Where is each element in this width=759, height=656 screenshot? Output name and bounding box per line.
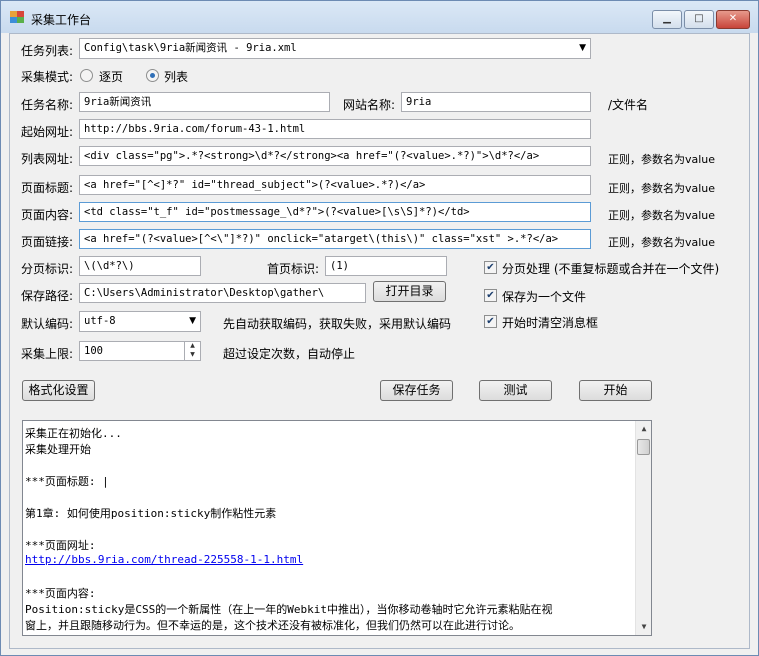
mode-radio-page[interactable] xyxy=(80,69,93,82)
limit-spinner[interactable]: ▲ ▼ xyxy=(184,341,200,361)
page-title-label: 页面标题: xyxy=(21,181,74,195)
save-single-file-checkbox[interactable]: ✔ xyxy=(484,289,497,302)
limit-input[interactable]: 100 xyxy=(79,341,201,361)
limit-value: 100 xyxy=(84,345,103,357)
list-url-note: 正则，参数名为value xyxy=(608,153,716,166)
log-link[interactable]: http://bbs.9ria.com/thread-225558-1-1.ht… xyxy=(25,553,303,566)
task-list-label: 任务列表: xyxy=(21,44,74,58)
save-path-label: 保存路径: xyxy=(21,289,74,303)
task-name-label: 任务名称: xyxy=(21,98,74,112)
page-link-note: 正则，参数名为value xyxy=(608,236,716,249)
list-url-label: 列表网址: xyxy=(21,152,74,166)
start-url-label: 起始网址: xyxy=(21,125,74,139)
page-link-label: 页面链接: xyxy=(21,235,74,249)
scroll-thumb[interactable] xyxy=(637,439,650,455)
encoding-note: 先自动获取编码，获取失败，采用默认编码 xyxy=(223,317,452,331)
page-content-note: 正则，参数名为value xyxy=(608,209,716,222)
mode-option-list: 列表 xyxy=(164,70,189,84)
page-link-input[interactable]: <a href="(?<value>[^<\"]*?)" onclick="at… xyxy=(79,229,591,249)
mode-option-page: 逐页 xyxy=(99,70,124,84)
task-list-value: Config\task\9ria新闻资讯 - 9ria.xml xyxy=(84,42,297,54)
page-content-input[interactable]: <td class="t_f" id="postmessage_\d*?">(?… xyxy=(79,202,591,222)
log-line: 窗上，并且跟随移动行为。但不幸运的是，这个技术还没有被标准化，但我们仍然可以在此… xyxy=(25,619,520,632)
scroll-up-icon[interactable]: ▲ xyxy=(636,421,651,437)
page-title-input[interactable]: <a href="[^<]*?" id="thread_subject">(?<… xyxy=(79,175,591,195)
first-page-input[interactable]: (1) xyxy=(325,256,447,276)
title-bar: 采集工作台 ▁ □ ✕ xyxy=(1,1,758,33)
list-url-input[interactable]: <div class="pg">.*?<strong>\d*?</strong>… xyxy=(79,146,591,166)
encoding-value: utf-8 xyxy=(84,315,116,327)
task-list-select[interactable]: Config\task\9ria新闻资讯 - 9ria.xml ▼ xyxy=(79,38,591,59)
format-settings-button[interactable]: 格式化设置 xyxy=(22,380,95,401)
test-button[interactable]: 测试 xyxy=(479,380,552,401)
chevron-down-icon: ▼ xyxy=(189,316,196,326)
pagination-checkbox-label: 分页处理 (不重复标题或合并在一个文件) xyxy=(502,262,720,276)
log-line: Position:sticky是CSS的一个新属性（在上一年的Webkit中推出… xyxy=(25,603,553,616)
close-button[interactable]: ✕ xyxy=(716,10,750,29)
log-line: 第1章: 如何使用position:sticky制作粘性元素 xyxy=(25,507,277,520)
pagination-checkbox[interactable]: ✔ xyxy=(484,261,497,274)
scroll-down-icon[interactable]: ▼ xyxy=(636,619,651,635)
limit-label: 采集上限: xyxy=(21,347,74,361)
site-name-label: 网站名称: xyxy=(343,98,396,112)
form-panel: 任务列表: Config\task\9ria新闻资讯 - 9ria.xml ▼ … xyxy=(9,33,750,649)
start-button[interactable]: 开始 xyxy=(579,380,652,401)
start-url-input[interactable]: http://bbs.9ria.com/forum-43-1.html xyxy=(79,119,591,139)
save-single-file-label: 保存为一个文件 xyxy=(502,290,587,304)
file-name-suffix: /文件名 xyxy=(608,98,649,112)
save-task-button[interactable]: 保存任务 xyxy=(380,380,453,401)
clear-log-label: 开始时清空消息框 xyxy=(502,316,599,330)
log-line: ***页面内容: xyxy=(25,587,96,600)
save-path-input[interactable]: C:\Users\Administrator\Desktop\gather\ xyxy=(79,283,366,303)
maximize-button[interactable]: □ xyxy=(684,10,714,29)
app-icon xyxy=(10,11,24,23)
page-title-note: 正则，参数名为value xyxy=(608,182,716,195)
log-line: 采集处理开始 xyxy=(25,443,91,456)
site-name-input[interactable]: 9ria xyxy=(401,92,591,112)
open-dir-button[interactable]: 打开目录 xyxy=(373,281,446,302)
chevron-down-icon: ▼ xyxy=(579,43,586,53)
log-scrollbar[interactable]: ▲ ▼ xyxy=(635,421,651,635)
encoding-label: 默认编码: xyxy=(21,317,74,331)
window-title: 采集工作台 xyxy=(31,13,92,27)
pagination-label: 分页标识: xyxy=(21,262,74,276)
mode-radio-list[interactable] xyxy=(146,69,159,82)
mode-label: 采集模式: xyxy=(21,70,74,84)
spin-down-icon[interactable]: ▼ xyxy=(185,350,200,359)
message-log[interactable]: 采集正在初始化... 采集处理开始 ***页面标题: | 第1章: 如何使用po… xyxy=(22,420,652,636)
minimize-button[interactable]: ▁ xyxy=(652,10,682,29)
pagination-input[interactable]: \(\d*?\) xyxy=(79,256,201,276)
app-window: 采集工作台 ▁ □ ✕ 任务列表: Config\task\9ria新闻资讯 -… xyxy=(0,0,759,656)
encoding-select[interactable]: utf-8 ▼ xyxy=(79,311,201,332)
task-name-input[interactable]: 9ria新闻资讯 xyxy=(79,92,330,112)
log-line: ***页面标题: | xyxy=(25,475,109,488)
page-content-label: 页面内容: xyxy=(21,208,74,222)
spin-up-icon[interactable]: ▲ xyxy=(185,341,200,350)
log-line: ***页面网址: xyxy=(25,539,96,552)
log-line: 采集正在初始化... xyxy=(25,427,122,440)
first-page-label: 首页标识: xyxy=(267,262,320,276)
limit-note: 超过设定次数，自动停止 xyxy=(223,347,356,361)
clear-log-checkbox[interactable]: ✔ xyxy=(484,315,497,328)
